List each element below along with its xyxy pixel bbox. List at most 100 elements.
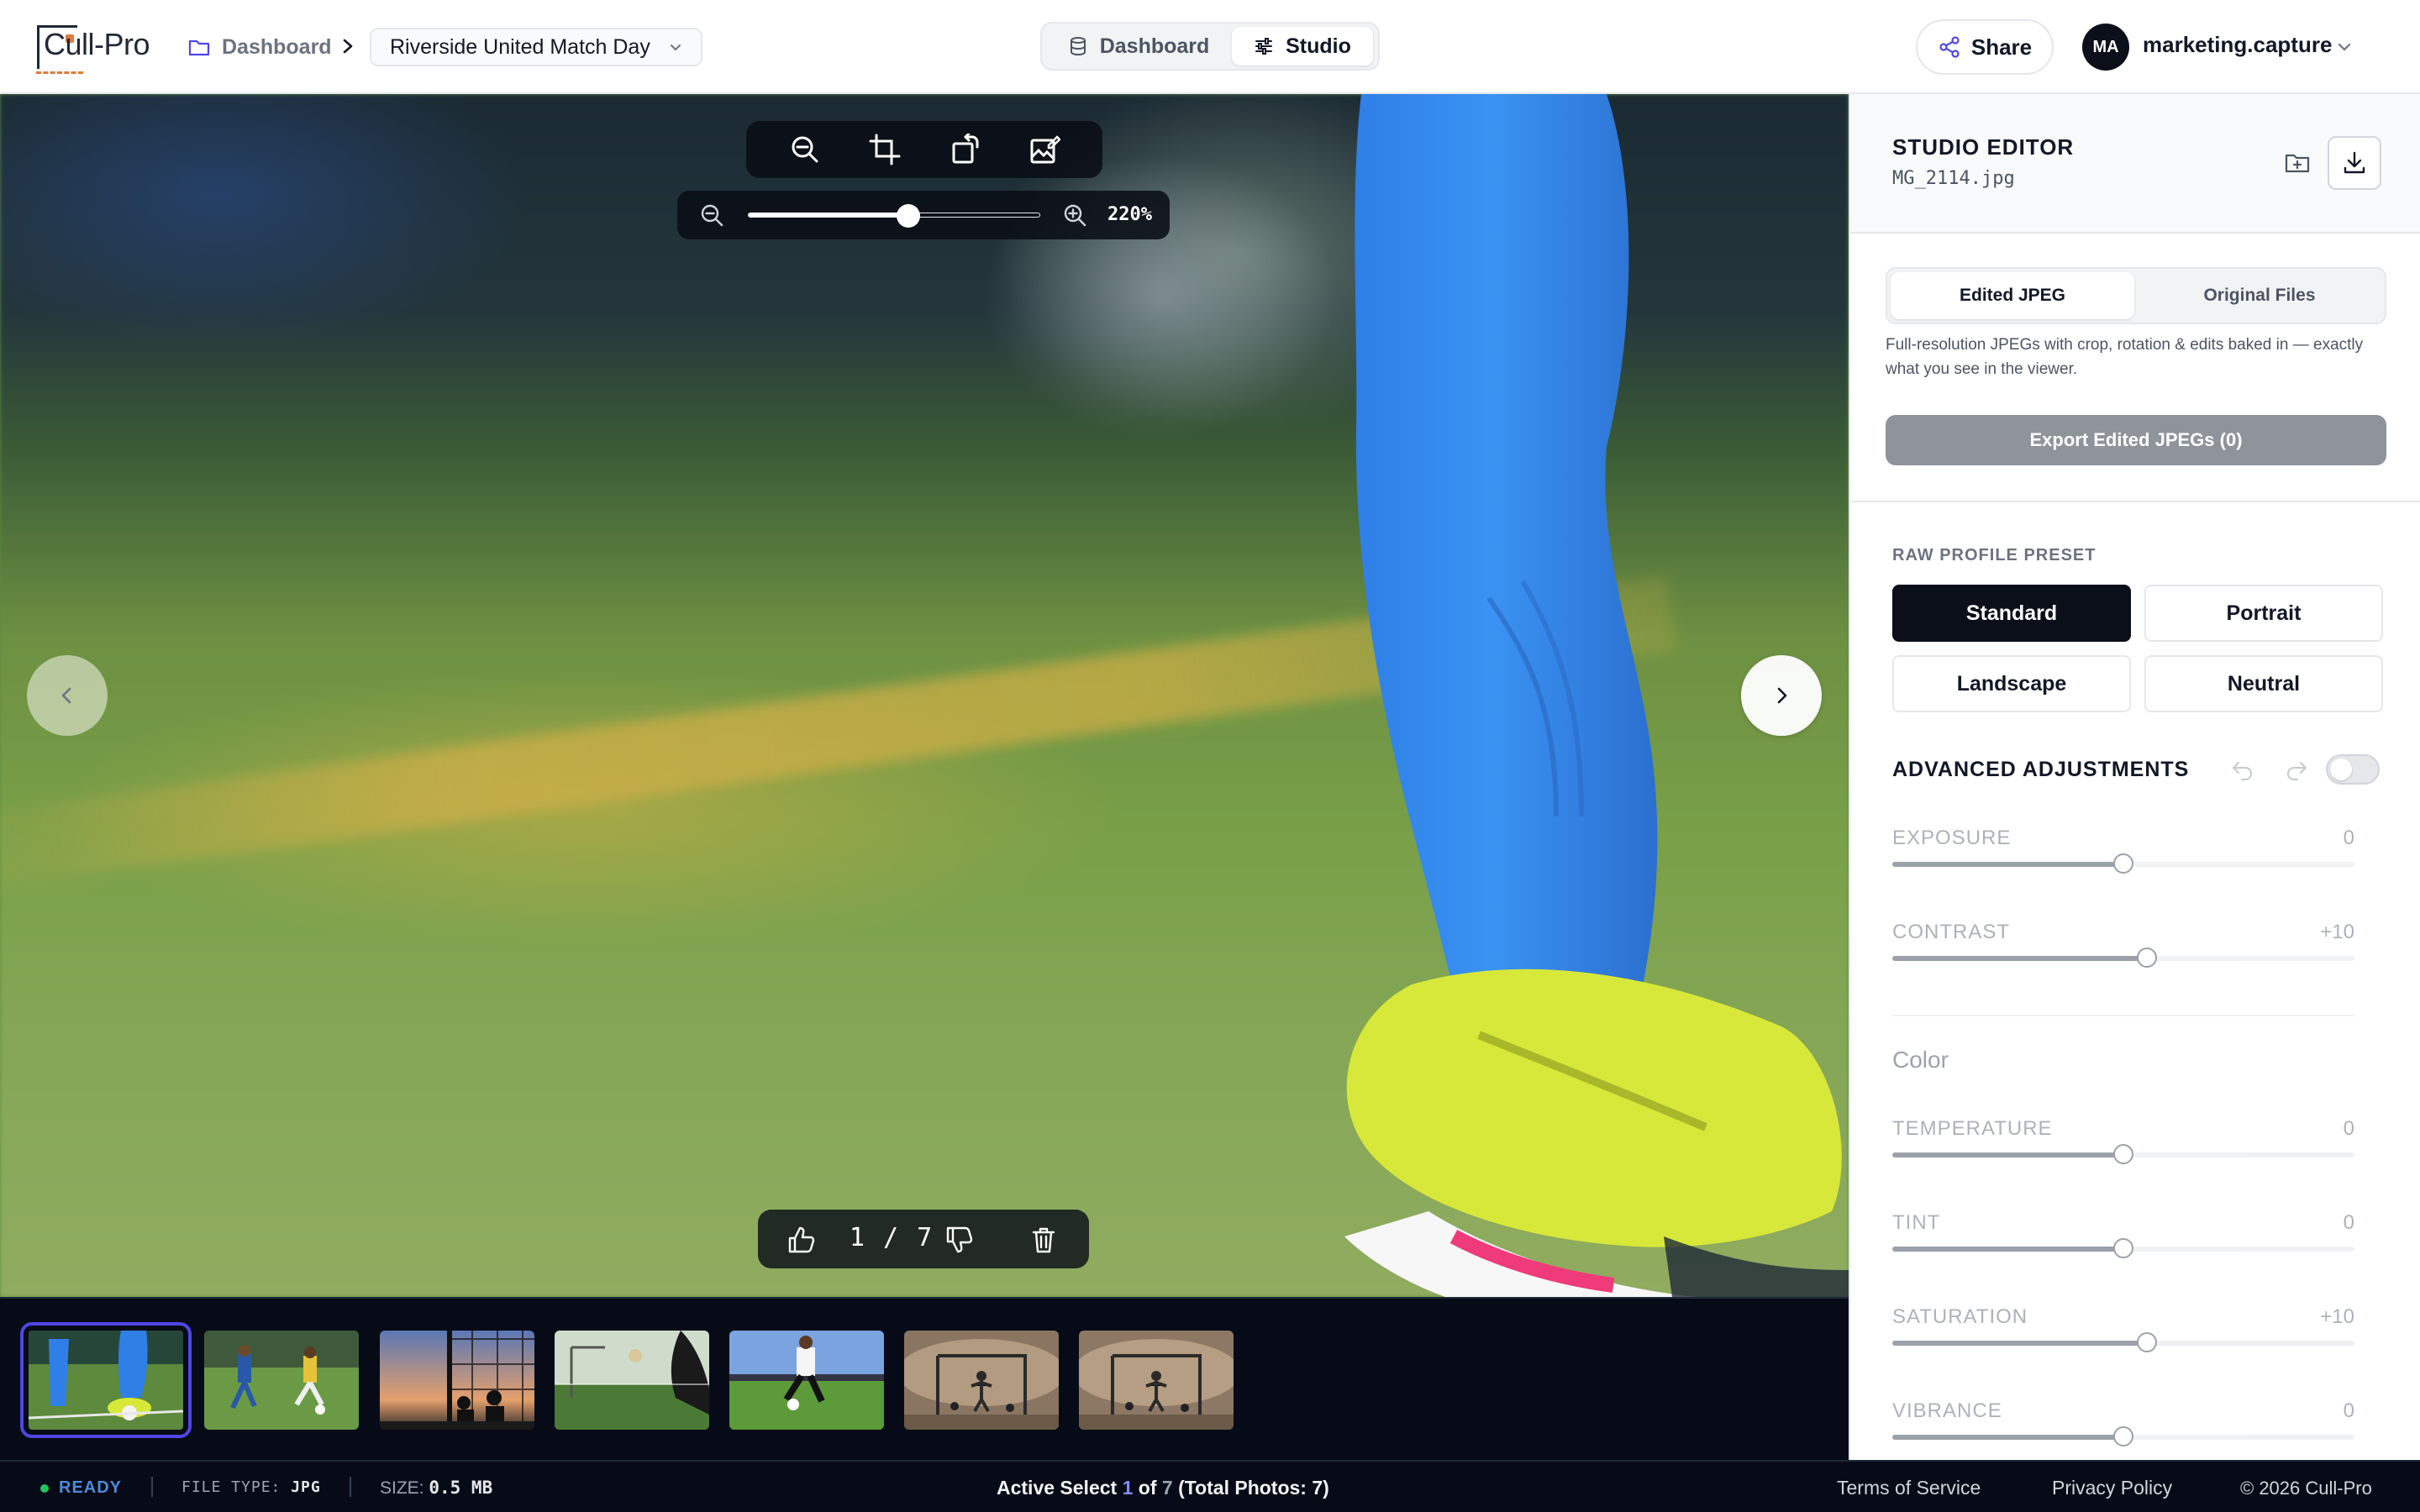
crop-button[interactable] bbox=[866, 131, 903, 168]
status-divider bbox=[350, 1477, 351, 1497]
filmstrip-thumb-6[interactable] bbox=[904, 1331, 1059, 1430]
vibrance-slider[interactable] bbox=[1892, 1426, 2354, 1446]
privacy-policy-link[interactable]: Privacy Policy bbox=[2052, 1477, 2172, 1499]
save-to-folder-button[interactable] bbox=[2270, 136, 2324, 190]
status-ready-label: READY bbox=[59, 1478, 123, 1497]
zoom-in-small-icon[interactable] bbox=[1062, 202, 1087, 228]
export-edited-jpegs-button[interactable]: Export Edited JPEGs (0) bbox=[1886, 415, 2386, 465]
status-divider bbox=[151, 1477, 153, 1497]
adjustment-saturation: SATURATION +10 bbox=[1892, 1305, 2354, 1373]
tab-dashboard[interactable]: Dashboard bbox=[1045, 27, 1232, 66]
image-edit-button[interactable] bbox=[1026, 131, 1063, 168]
zoom-slider-handle[interactable] bbox=[897, 204, 921, 228]
app-logo[interactable]: Cull-Pro bbox=[36, 24, 150, 74]
contrast-slider[interactable] bbox=[1892, 948, 2354, 968]
adjustment-value: 0 bbox=[2343, 1211, 2354, 1234]
thumb-image-2 bbox=[204, 1331, 359, 1430]
download-icon bbox=[2344, 151, 2365, 174]
tab-studio[interactable]: Studio bbox=[1232, 27, 1373, 66]
thumb-image-6 bbox=[904, 1331, 1059, 1430]
undo-icon[interactable] bbox=[2230, 758, 2255, 783]
slider-fill bbox=[1892, 1247, 2123, 1252]
filmstrip bbox=[0, 1297, 1849, 1460]
project-select[interactable]: Riverside United Match Day bbox=[370, 28, 702, 66]
filmstrip-thumb-5[interactable] bbox=[729, 1331, 884, 1430]
advanced-adjustments-title: ADVANCED ADJUSTMENTS bbox=[1892, 758, 2190, 781]
share-label: Share bbox=[1970, 34, 2033, 60]
rotate-button[interactable] bbox=[946, 131, 983, 168]
tab-edited-jpeg[interactable]: Edited JPEG bbox=[1891, 272, 2134, 319]
saturation-slider[interactable] bbox=[1892, 1332, 2354, 1352]
slider-handle[interactable] bbox=[2136, 948, 2157, 968]
thumbs-down-icon[interactable] bbox=[944, 1225, 975, 1255]
filmstrip-thumb-2[interactable] bbox=[204, 1331, 359, 1430]
adjustments-divider bbox=[1892, 1015, 2354, 1016]
slider-handle[interactable] bbox=[2136, 1332, 2157, 1352]
zoom-out-button[interactable] bbox=[786, 131, 823, 168]
filmstrip-thumb-7[interactable] bbox=[1079, 1331, 1234, 1430]
preset-neutral-button[interactable]: Neutral bbox=[2144, 655, 2383, 712]
slider-fill bbox=[1892, 1435, 2123, 1440]
adjustment-label: SATURATION bbox=[1892, 1305, 2028, 1328]
status-dot bbox=[40, 1483, 49, 1493]
preset-standard-button[interactable]: Standard bbox=[1892, 585, 2131, 642]
previous-photo-button[interactable] bbox=[27, 655, 108, 736]
zoom-bar: 220% bbox=[677, 191, 1170, 239]
image-edit-icon bbox=[1030, 135, 1060, 164]
adjustment-value: +10 bbox=[2320, 1305, 2354, 1328]
chevron-right-icon bbox=[1777, 687, 1787, 704]
tint-slider[interactable] bbox=[1892, 1238, 2354, 1258]
advanced-adjustments-toggle[interactable] bbox=[2326, 754, 2380, 785]
filmstrip-thumb-1[interactable] bbox=[20, 1322, 192, 1438]
filmstrip-thumb-3[interactable] bbox=[380, 1331, 534, 1430]
status-file-type: FILE TYPE: JPG bbox=[182, 1478, 321, 1496]
color-group-label: Color bbox=[1892, 1047, 1949, 1073]
share-button[interactable]: Share bbox=[1916, 19, 2054, 75]
filmstrip-thumb-4[interactable] bbox=[555, 1331, 709, 1430]
export-description: Full-resolution JPEGs with crop, rotatio… bbox=[1886, 336, 2364, 378]
adjustment-contrast: CONTRAST +10 bbox=[1892, 921, 2354, 988]
next-photo-button[interactable] bbox=[1741, 655, 1822, 736]
trash-icon[interactable] bbox=[1028, 1225, 1059, 1255]
chevron-down-icon[interactable] bbox=[2336, 39, 2353, 55]
temperature-slider[interactable] bbox=[1892, 1144, 2354, 1164]
image-viewer[interactable]: 220% 1 / 7 bbox=[0, 94, 1849, 1297]
breadcrumb-dashboard[interactable]: Dashboard bbox=[188, 29, 332, 66]
sliders-icon bbox=[1255, 38, 1273, 55]
slider-handle[interactable] bbox=[2113, 1426, 2133, 1446]
share-icon bbox=[1939, 36, 1960, 58]
zoom-slider[interactable] bbox=[748, 204, 1040, 228]
adjustment-vibrance: VIBRANCE 0 bbox=[1892, 1399, 2354, 1460]
redo-icon[interactable] bbox=[2284, 758, 2309, 783]
adjustment-label: EXPOSURE bbox=[1892, 827, 2012, 849]
avatar[interactable]: MA bbox=[2082, 24, 2129, 71]
breadcrumb-dashboard-label: Dashboard bbox=[222, 34, 332, 59]
slider-fill bbox=[1892, 1152, 2123, 1158]
adjustment-tint: TINT 0 bbox=[1892, 1211, 2354, 1278]
toggle-knob bbox=[2330, 759, 2352, 780]
view-switcher: Dashboard Studio bbox=[1040, 22, 1380, 71]
download-button[interactable] bbox=[2328, 136, 2381, 190]
database-icon bbox=[1070, 37, 1086, 56]
folder-plus-icon bbox=[2285, 154, 2310, 173]
preset-portrait-button[interactable]: Portrait bbox=[2144, 585, 2383, 642]
exposure-slider[interactable] bbox=[1892, 853, 2354, 874]
user-name[interactable]: marketing.capture bbox=[2143, 32, 2332, 58]
status-ready: READY bbox=[40, 1478, 122, 1498]
crop-icon bbox=[869, 134, 900, 165]
status-file-size: SIZE: 0.5 MB bbox=[380, 1478, 493, 1498]
slider-handle[interactable] bbox=[2113, 1238, 2133, 1258]
status-active-selection: Active Select 1 of 7 (Total Photos: 7) bbox=[997, 1477, 1329, 1499]
zoom-level: 220% bbox=[1107, 204, 1152, 225]
slider-handle[interactable] bbox=[2113, 1144, 2133, 1164]
terms-of-service-link[interactable]: Terms of Service bbox=[1837, 1477, 1981, 1499]
adjustment-value: 0 bbox=[2343, 1399, 2354, 1422]
tab-original-files[interactable]: Original Files bbox=[2138, 272, 2381, 319]
status-bar: READY FILE TYPE: JPG SIZE: 0.5 MB Active… bbox=[0, 1460, 2420, 1512]
thumb-image-1 bbox=[29, 1331, 183, 1430]
slider-fill bbox=[1892, 1341, 2147, 1346]
preset-landscape-button[interactable]: Landscape bbox=[1892, 655, 2131, 712]
slider-handle[interactable] bbox=[2113, 853, 2133, 874]
thumbs-up-icon[interactable] bbox=[786, 1225, 817, 1255]
zoom-out-small-icon[interactable] bbox=[699, 202, 724, 228]
